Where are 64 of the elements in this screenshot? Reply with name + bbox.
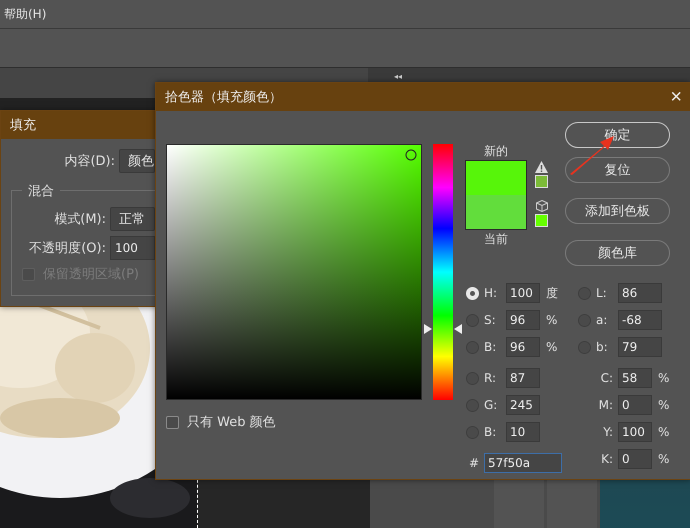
field-label: G: <box>483 398 498 412</box>
opacity-field[interactable]: 100 <box>110 236 155 260</box>
dialog-button[interactable]: 添加到色板 <box>565 198 670 224</box>
value-field[interactable]: 100 <box>506 283 540 303</box>
checkbox[interactable] <box>166 416 179 428</box>
value-field[interactable]: 96 <box>506 310 540 330</box>
new-color-swatch <box>466 161 526 195</box>
field-label: a: <box>595 313 608 327</box>
value-field[interactable]: -68 <box>618 310 662 330</box>
unit-label: % <box>545 340 558 354</box>
field-label: H: <box>483 286 498 300</box>
field-label: B: <box>483 340 498 354</box>
field-label: 内容(D): <box>63 153 116 170</box>
field-label: # <box>468 456 480 470</box>
value-field[interactable]: 100 <box>618 422 652 442</box>
value-field[interactable]: 0 <box>618 449 652 469</box>
value-field[interactable]: 86 <box>618 283 662 303</box>
dialog-title: 填充 <box>10 117 36 134</box>
collapse-panels-button[interactable]: ◂◂ <box>394 72 402 82</box>
warning-icon <box>535 161 548 173</box>
unit-label: % <box>657 371 670 385</box>
unit-label: % <box>657 398 670 412</box>
gamut-color-swatch[interactable] <box>535 175 548 188</box>
web-color-swatch[interactable] <box>535 214 548 227</box>
color-field[interactable] <box>166 144 422 400</box>
mode-dropdown[interactable]: 正常 <box>110 207 155 231</box>
field-label: L: <box>595 286 608 300</box>
field-label: 模式(M): <box>53 211 107 228</box>
group-title: 混合 <box>22 182 60 200</box>
dialog-button[interactable]: 复位 <box>565 157 670 183</box>
value-field[interactable]: 58 <box>618 368 652 388</box>
field-label: K: <box>600 452 614 466</box>
unit-label: % <box>657 452 670 466</box>
field-label: b: <box>595 340 609 354</box>
value-field[interactable]: 245 <box>506 395 540 415</box>
field-label: S: <box>483 313 497 327</box>
unit-label: % <box>657 425 670 439</box>
value-field[interactable]: 96 <box>506 337 540 357</box>
field-label: M: <box>598 398 614 412</box>
field-label: 不透明度(O): <box>28 240 107 257</box>
dialog-button[interactable]: 颜色库 <box>565 240 670 266</box>
swatch-label: 当前 <box>484 232 508 247</box>
value-field[interactable]: 79 <box>618 337 662 357</box>
color-marker[interactable] <box>405 150 416 161</box>
field-label: C: <box>600 371 614 385</box>
current-color-swatch[interactable] <box>466 195 526 229</box>
content-dropdown[interactable]: 颜色 <box>119 149 155 173</box>
hex-field[interactable]: 57f50a <box>484 453 562 473</box>
hue-slider[interactable] <box>424 144 462 400</box>
swatch-label: 新的 <box>484 144 508 159</box>
unit-label: % <box>545 313 558 327</box>
field-label: R: <box>483 371 498 385</box>
unit-label: 度 <box>545 284 559 302</box>
checkbox-label: 只有 Web 颜色 <box>187 414 276 431</box>
value-field[interactable]: 87 <box>506 368 540 388</box>
field-label: Y: <box>602 425 614 439</box>
value-field[interactable]: 0 <box>618 395 652 415</box>
cube-icon <box>536 200 548 212</box>
value-field[interactable]: 10 <box>506 422 540 442</box>
menu-item[interactable]: 帮助(H) <box>4 6 46 22</box>
slider-handle[interactable] <box>424 324 462 334</box>
close-button[interactable]: × <box>668 87 684 107</box>
field-label: B: <box>483 425 498 439</box>
dialog-title: 拾色器（填充颜色） <box>165 89 282 106</box>
